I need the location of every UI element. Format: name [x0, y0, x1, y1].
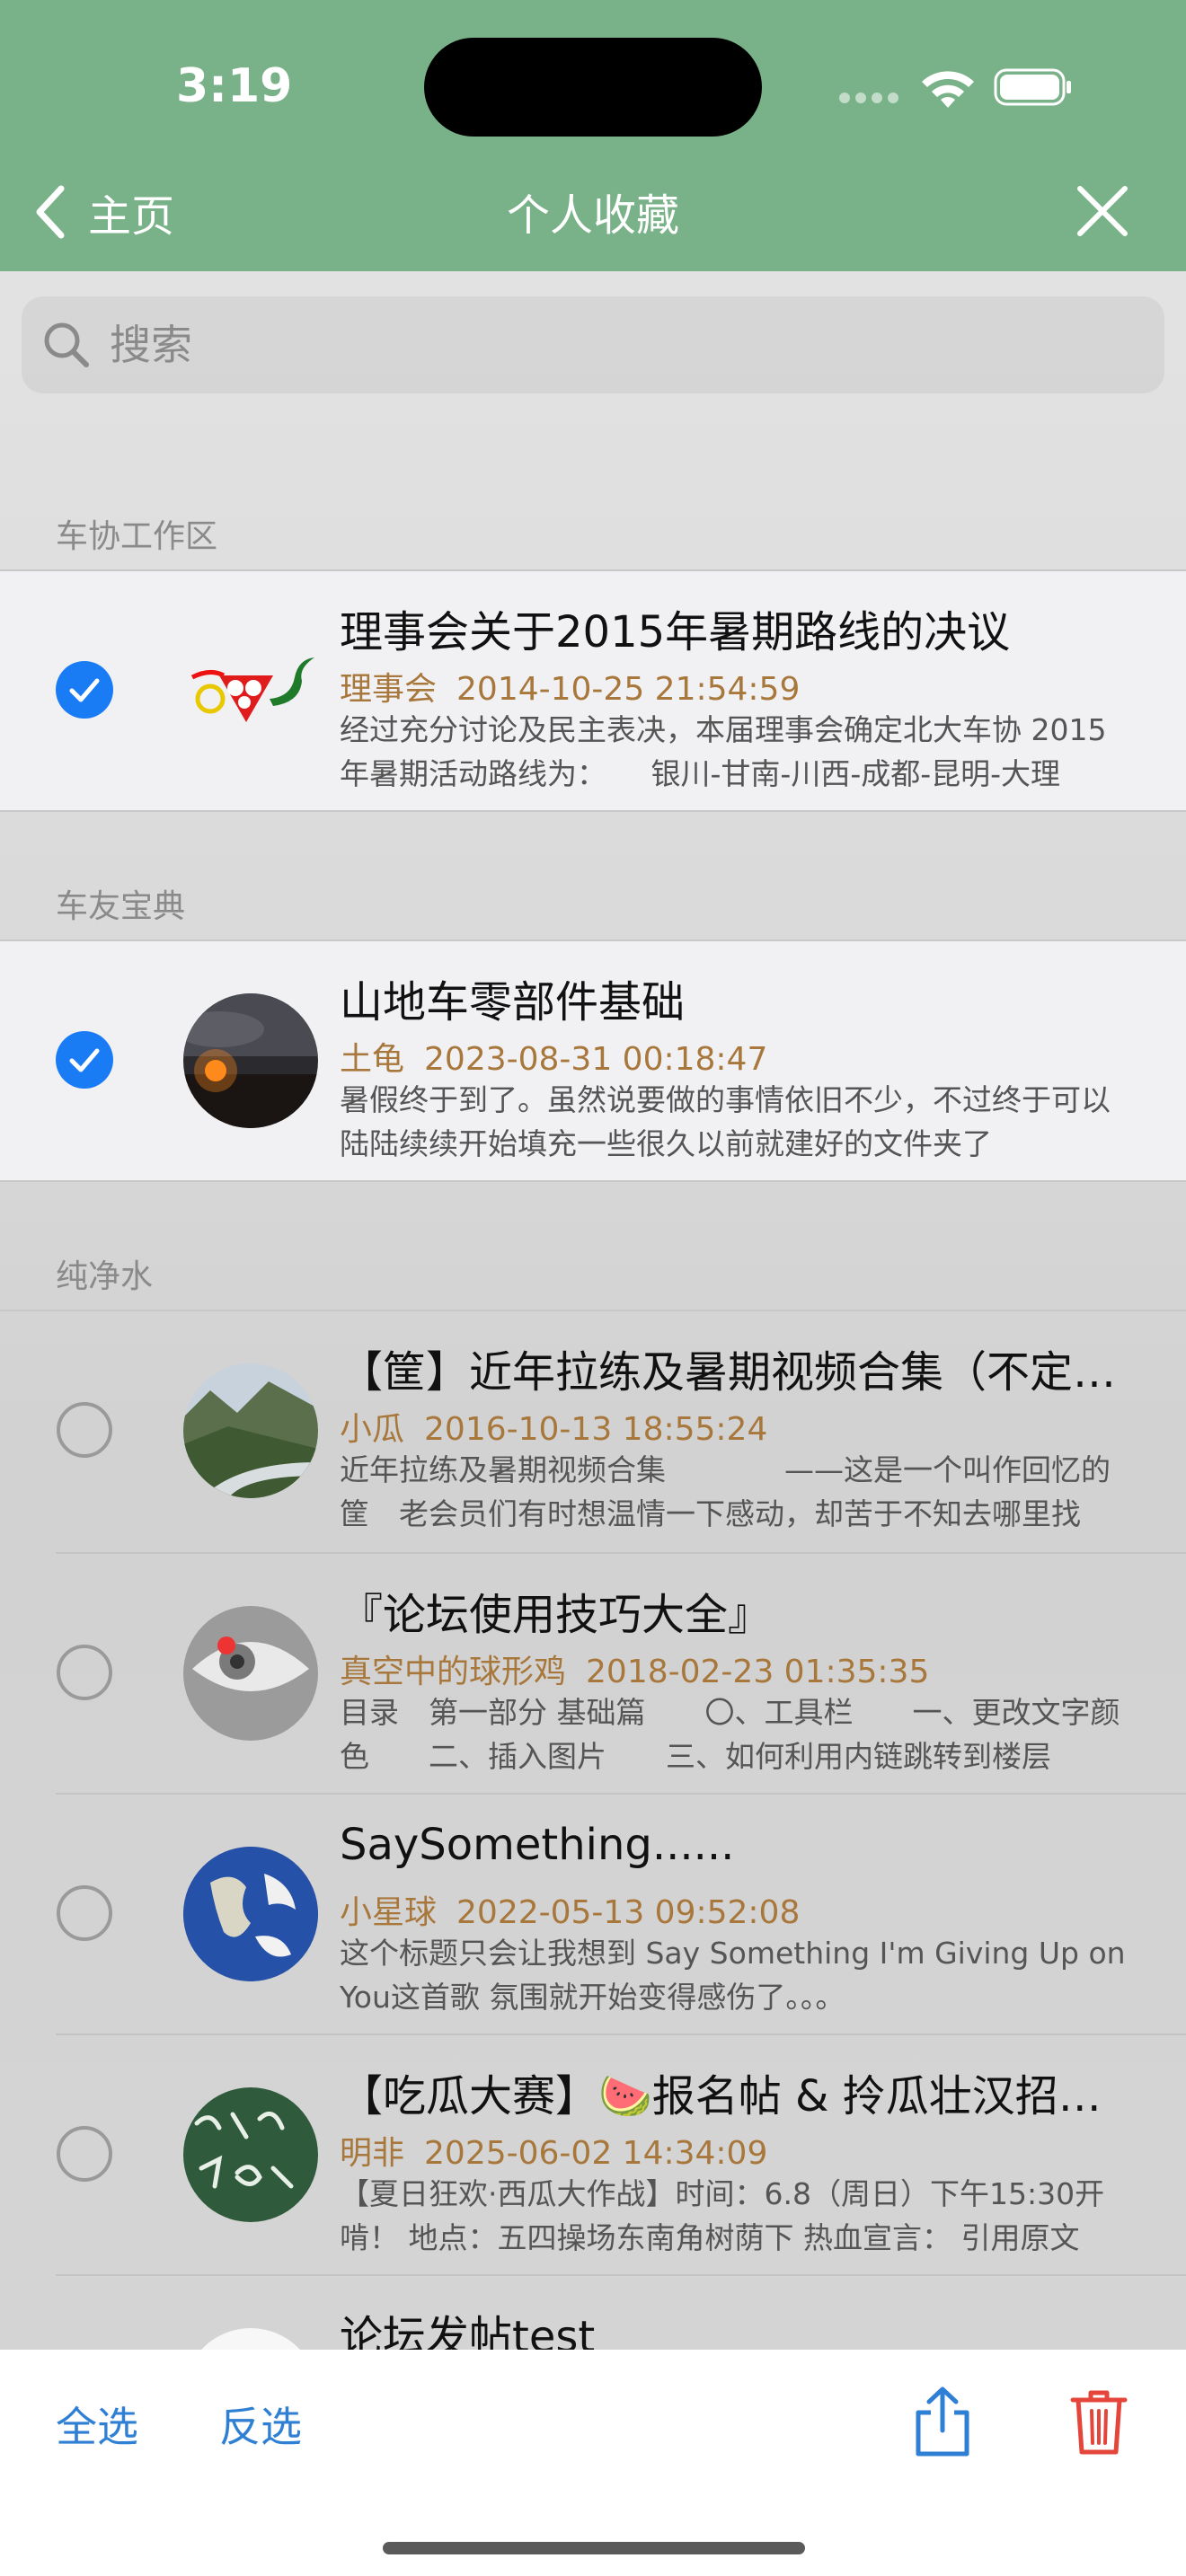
navigation-header: 3:19 主页 个人收藏 [0, 0, 1186, 271]
item-preview: 暑假终于到了。虽然说要做的事情依旧不少，不过终于可以陆陆续续开始填充一些很久以前… [340, 1082, 1111, 1161]
earth-thumbnail [183, 1847, 318, 1981]
favorites-screen: 3:19 主页 个人收藏 车协工作区 [0, 0, 1186, 2576]
club-logo-thumbnail [190, 657, 314, 722]
item-preview: 目录 第一部分 基础篇 〇、工具栏 一、更改文字颜色 二、插入图片 三、如何利用… [340, 1695, 1120, 1774]
item-title: 『论坛使用技巧大全』 [340, 1590, 772, 1640]
empty-circle-icon[interactable] [56, 1884, 113, 1942]
home-indicator [383, 2542, 805, 2554]
list-item[interactable]: 【筐】近年拉练及暑期视频合集（不定期更新） 小瓜 2016-10-13 18:55… [0, 1311, 1186, 1550]
empty-circle-icon[interactable] [56, 1401, 113, 1459]
section-header: 车协工作区 [56, 518, 218, 555]
item-author: 理事会 [340, 671, 438, 708]
trash-icon[interactable] [1069, 2387, 1128, 2456]
list-item[interactable]: 理事会关于2015年暑期路线的决议 理事会 2014-10-25 21:54:59… [0, 571, 1186, 810]
item-date: 2014-10-25 21:54:59 [456, 671, 801, 708]
item-date: 2023-08-31 00:18:47 [424, 1041, 768, 1078]
battery-icon [994, 68, 1071, 106]
chalkboard-thumbnail [183, 2087, 318, 2222]
night-photo-thumbnail [183, 993, 318, 1128]
divider [0, 810, 1186, 812]
bottom-toolbar: 全选 反选 [0, 2350, 1186, 2576]
dynamic-island [424, 38, 762, 137]
list-item[interactable]: SaySomething...... 小星球 2022-05-13 09:52:0… [0, 1795, 1186, 2033]
item-title: 山地车零部件基础 [340, 977, 686, 1028]
mountain-river-thumbnail [183, 1363, 318, 1498]
section-header: 纯净水 [56, 1258, 154, 1295]
search-icon [44, 322, 89, 367]
item-title: 理事会关于2015年暑期路线的决议 [340, 607, 1011, 657]
item-meta: 真空中的球形鸡 2018-02-23 01:35:35 [340, 1645, 929, 1692]
item-title: SaySomething...... [340, 1820, 735, 1870]
item-date: 2016-10-13 18:55:24 [424, 1411, 768, 1448]
item-meta: 土龟 2023-08-31 00:18:47 [340, 1033, 767, 1080]
invert-selection-button[interactable]: 反选 [219, 2395, 302, 2454]
search-bar[interactable] [22, 296, 1164, 393]
item-author: 土龟 [340, 1041, 405, 1078]
checkmark-circle-icon[interactable] [56, 1031, 113, 1089]
item-author: 明非 [340, 2135, 405, 2172]
share-icon[interactable] [911, 2386, 974, 2457]
item-preview: 【夏日狂欢·西瓜大作战】时间：6.8（周日）下午15:30开啃！ 地点：五四操场… [340, 2176, 1105, 2255]
item-author: 小星球 [340, 1894, 438, 1931]
item-date: 2018-02-23 01:35:35 [586, 1654, 930, 1690]
item-preview: 近年拉练及暑期视频合集 ——这是一个叫作回忆的筐 老会员们有时想温情一下感动，却… [340, 1452, 1111, 1531]
page-title: 个人收藏 [506, 190, 679, 241]
empty-circle-icon[interactable] [56, 1644, 113, 1701]
item-meta: 理事会 2014-10-25 21:54:59 [340, 663, 800, 710]
empty-circle-icon[interactable] [56, 2125, 113, 2183]
checkmark-circle-icon[interactable] [56, 661, 113, 719]
item-title: 【吃瓜大赛】🍉报名帖 & 拎瓜壮汉招募令 [340, 2071, 1130, 2122]
wifi-icon [922, 71, 974, 108]
eye-thumbnail [183, 1606, 318, 1741]
item-preview: 这个标题只会让我想到 Say Something I'm Giving Up o… [340, 1936, 1126, 2015]
divider [0, 1180, 1186, 1182]
item-meta: 小星球 2022-05-13 09:52:08 [340, 1886, 800, 1933]
list-item[interactable]: 山地车零部件基础 土龟 2023-08-31 00:18:47 暑假终于到了。虽然… [0, 941, 1186, 1180]
item-author: 小瓜 [340, 1411, 405, 1448]
item-date: 2025-06-02 14:34:09 [424, 2135, 768, 2172]
status-time: 3:19 [176, 59, 293, 113]
search-input[interactable] [108, 320, 1100, 370]
list-item[interactable]: 【吃瓜大赛】🍉报名帖 & 拎瓜壮汉招募令 明非 2025-06-02 14:34:… [0, 2035, 1186, 2274]
item-date: 2022-05-13 09:52:08 [456, 1894, 801, 1931]
cellular-signal-icon [839, 90, 911, 108]
item-meta: 明非 2025-06-02 14:34:09 [340, 2127, 767, 2174]
close-icon[interactable] [1073, 181, 1132, 241]
list-item[interactable]: 『论坛使用技巧大全』 真空中的球形鸡 2018-02-23 01:35:35 目录… [0, 1554, 1186, 1793]
select-all-button[interactable]: 全选 [56, 2395, 138, 2454]
item-meta: 小瓜 2016-10-13 18:55:24 [340, 1403, 767, 1450]
item-author: 真空中的球形鸡 [340, 1654, 567, 1690]
item-preview: 经过充分讨论及民主表决，本届理事会确定北大车协 2015年暑期活动路线为： 银川… [340, 712, 1107, 791]
section-header: 车友宝典 [56, 888, 186, 925]
item-title: 【筐】近年拉练及暑期视频合集（不定期更新） [340, 1347, 1130, 1398]
